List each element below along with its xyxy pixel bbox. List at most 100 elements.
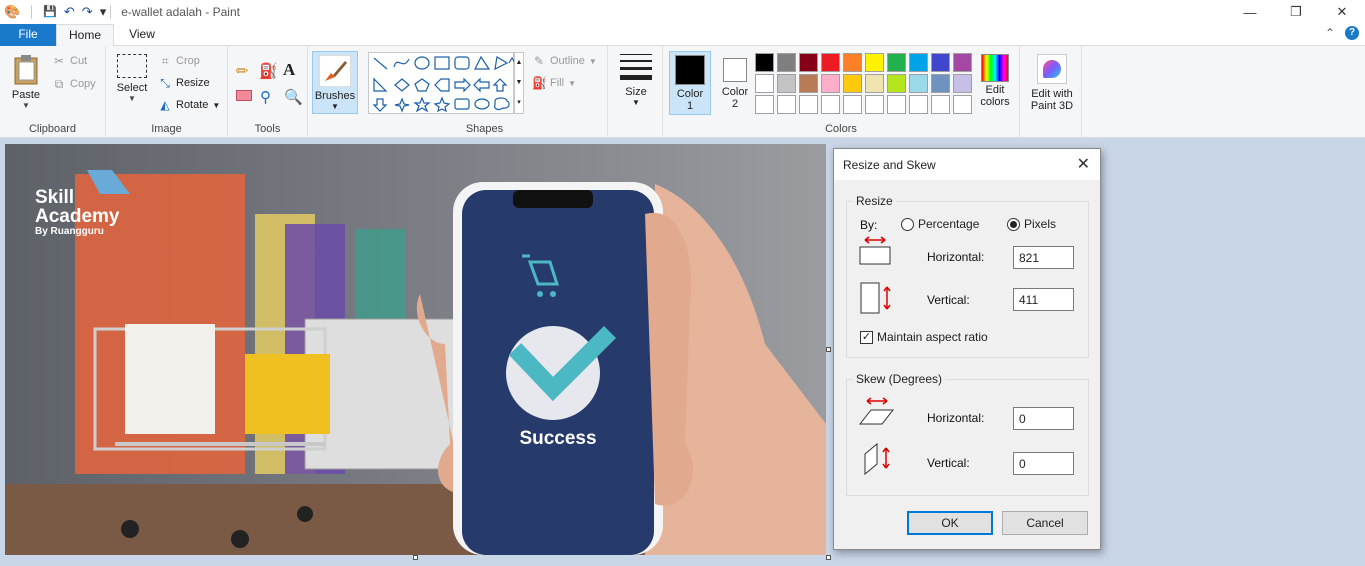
resize-handle-bottom[interactable] (413, 555, 418, 560)
palette-swatch[interactable] (799, 95, 818, 114)
palette-swatch[interactable] (909, 74, 928, 93)
outline-icon: ✎ (533, 54, 545, 68)
color-picker-icon[interactable]: ⚲ (260, 88, 271, 106)
dropdown-arrow-icon: ▼ (331, 102, 339, 111)
brand-line-3: By Ruangguru (35, 226, 104, 237)
palette-swatch[interactable] (799, 74, 818, 93)
palette-swatch[interactable] (865, 74, 884, 93)
palette-swatch[interactable] (821, 53, 840, 72)
palette-swatch[interactable] (931, 74, 950, 93)
palette-swatch[interactable] (777, 74, 796, 93)
resize-button[interactable]: ⤡ Resize (158, 76, 209, 90)
palette-swatch[interactable] (821, 74, 840, 93)
maintain-aspect-checkbox[interactable]: ✓ Maintain aspect ratio (860, 330, 988, 344)
tab-view[interactable]: View (116, 24, 168, 46)
palette-swatch[interactable] (843, 95, 862, 114)
skew-fieldset: Skew (Degrees) Horizontal: 0 Vertical: 0 (846, 372, 1089, 496)
select-button[interactable]: Select ▼ (114, 54, 150, 103)
palette-swatch[interactable] (755, 53, 774, 72)
tab-file[interactable]: File (0, 24, 56, 46)
undo-icon[interactable]: ↶ (64, 5, 75, 19)
magnifier-icon[interactable]: 🔍 (284, 88, 303, 106)
fill-button[interactable]: ⛽ Fill ▼ (532, 76, 576, 90)
paste-button[interactable]: Paste ▼ (6, 52, 46, 110)
color1-number: 1 (686, 100, 694, 112)
palette-swatch[interactable] (755, 95, 774, 114)
customize-toolbar-icon[interactable]: ▾ (100, 5, 107, 19)
brushes-button[interactable]: Brushes ▼ (312, 51, 358, 114)
fill-bucket-icon[interactable]: ⛽ (259, 62, 278, 80)
palette-swatch[interactable] (777, 53, 796, 72)
rotate-button[interactable]: ◭ Rotate ▼ (158, 98, 220, 112)
palette-swatch[interactable] (821, 95, 840, 114)
image-group-label: Image (151, 123, 182, 135)
radio-circle (901, 217, 914, 231)
palette-swatch[interactable] (953, 74, 972, 93)
resize-horizontal-input[interactable]: 821 (1013, 246, 1074, 269)
palette-swatch[interactable] (931, 53, 950, 72)
palette-swatch[interactable] (865, 53, 884, 72)
skew-horizontal-input[interactable]: 0 (1013, 407, 1074, 430)
collapse-ribbon-icon[interactable]: ⌃ (1325, 26, 1335, 40)
palette-swatch[interactable] (865, 95, 884, 114)
vertical-skew-icon (864, 442, 890, 476)
ok-button[interactable]: OK (907, 511, 993, 535)
shapes-scroll[interactable]: ▲ ▼ ▾ (514, 52, 524, 114)
palette-swatch[interactable] (777, 95, 796, 114)
size-button[interactable]: Size ▼ (614, 52, 658, 107)
cut-button[interactable]: ✂ Cut (52, 54, 87, 68)
palette-swatch[interactable] (755, 74, 774, 93)
rotate-icon: ◭ (160, 98, 170, 112)
shapes-group: ▲ ▼ ▾ ✎ Outline ▼ ⛽ Fill ▼ Shapes (362, 46, 608, 138)
help-icon[interactable]: ? (1345, 26, 1359, 40)
resize-vertical-input[interactable]: 411 (1013, 288, 1074, 311)
redo-icon[interactable]: ↷ (82, 5, 93, 19)
pixels-radio[interactable]: Pixels (1007, 217, 1056, 231)
color2-button[interactable]: Color 2 (714, 54, 756, 110)
palette-swatch[interactable] (909, 53, 928, 72)
paint-app-icon[interactable]: 🎨 (4, 5, 20, 19)
canvas-image[interactable]: Skill Academy By Ruangguru Success (5, 144, 826, 555)
eraser-icon[interactable] (236, 90, 252, 101)
resize-handle-corner[interactable] (826, 555, 831, 560)
palette-swatch[interactable] (953, 53, 972, 72)
close-window-button[interactable]: ✕ (1319, 0, 1365, 24)
pencil-icon[interactable]: ✏ (236, 62, 249, 80)
paint3d-label-1: Edit with (1031, 88, 1073, 100)
cut-label: Cut (70, 55, 88, 67)
skew-vertical-label: Vertical: (927, 456, 970, 470)
shapes-gallery[interactable] (368, 52, 516, 114)
percentage-radio[interactable]: Percentage (901, 217, 979, 231)
palette-swatch[interactable] (887, 95, 906, 114)
minimize-button[interactable]: — (1227, 0, 1273, 24)
palette-swatch[interactable] (799, 53, 818, 72)
brand-line-2: Academy (35, 206, 120, 227)
cancel-button[interactable]: Cancel (1002, 511, 1088, 535)
dialog-close-button[interactable]: ✕ (1077, 154, 1090, 174)
skew-vertical-input[interactable]: 0 (1013, 452, 1074, 475)
resize-handle-right[interactable] (826, 347, 831, 352)
text-icon[interactable]: A (283, 60, 295, 80)
palette-swatch[interactable] (887, 53, 906, 72)
palette-swatch[interactable] (843, 74, 862, 93)
tab-home[interactable]: Home (56, 24, 114, 47)
color1-button[interactable]: Color 1 (669, 51, 711, 115)
edit-colors-button[interactable]: Edit colors (975, 54, 1015, 108)
copy-button[interactable]: ⧉ Copy (52, 77, 96, 91)
palette-swatch[interactable] (931, 95, 950, 114)
maximize-button[interactable]: ❐ (1273, 0, 1319, 24)
colors-group: Color 1 Color 2 Edit colors Colors (662, 46, 1020, 138)
crop-button[interactable]: ⌗ Crop (158, 54, 200, 68)
edit-with-paint3d-button[interactable]: Edit with Paint 3D (1024, 54, 1080, 112)
palette-swatch[interactable] (909, 95, 928, 114)
palette-swatch[interactable] (887, 74, 906, 93)
outline-button[interactable]: ✎ Outline ▼ (532, 54, 597, 68)
paste-label: Paste (11, 89, 41, 101)
save-icon[interactable]: 💾 (43, 5, 57, 19)
window-title: e-wallet adalah - Paint (121, 5, 240, 19)
color2-swatch (723, 58, 747, 82)
palette-swatch[interactable] (843, 53, 862, 72)
select-label: Select (116, 82, 148, 94)
dialog-title-bar: Resize and Skew ✕ (834, 149, 1100, 180)
palette-swatch[interactable] (953, 95, 972, 114)
